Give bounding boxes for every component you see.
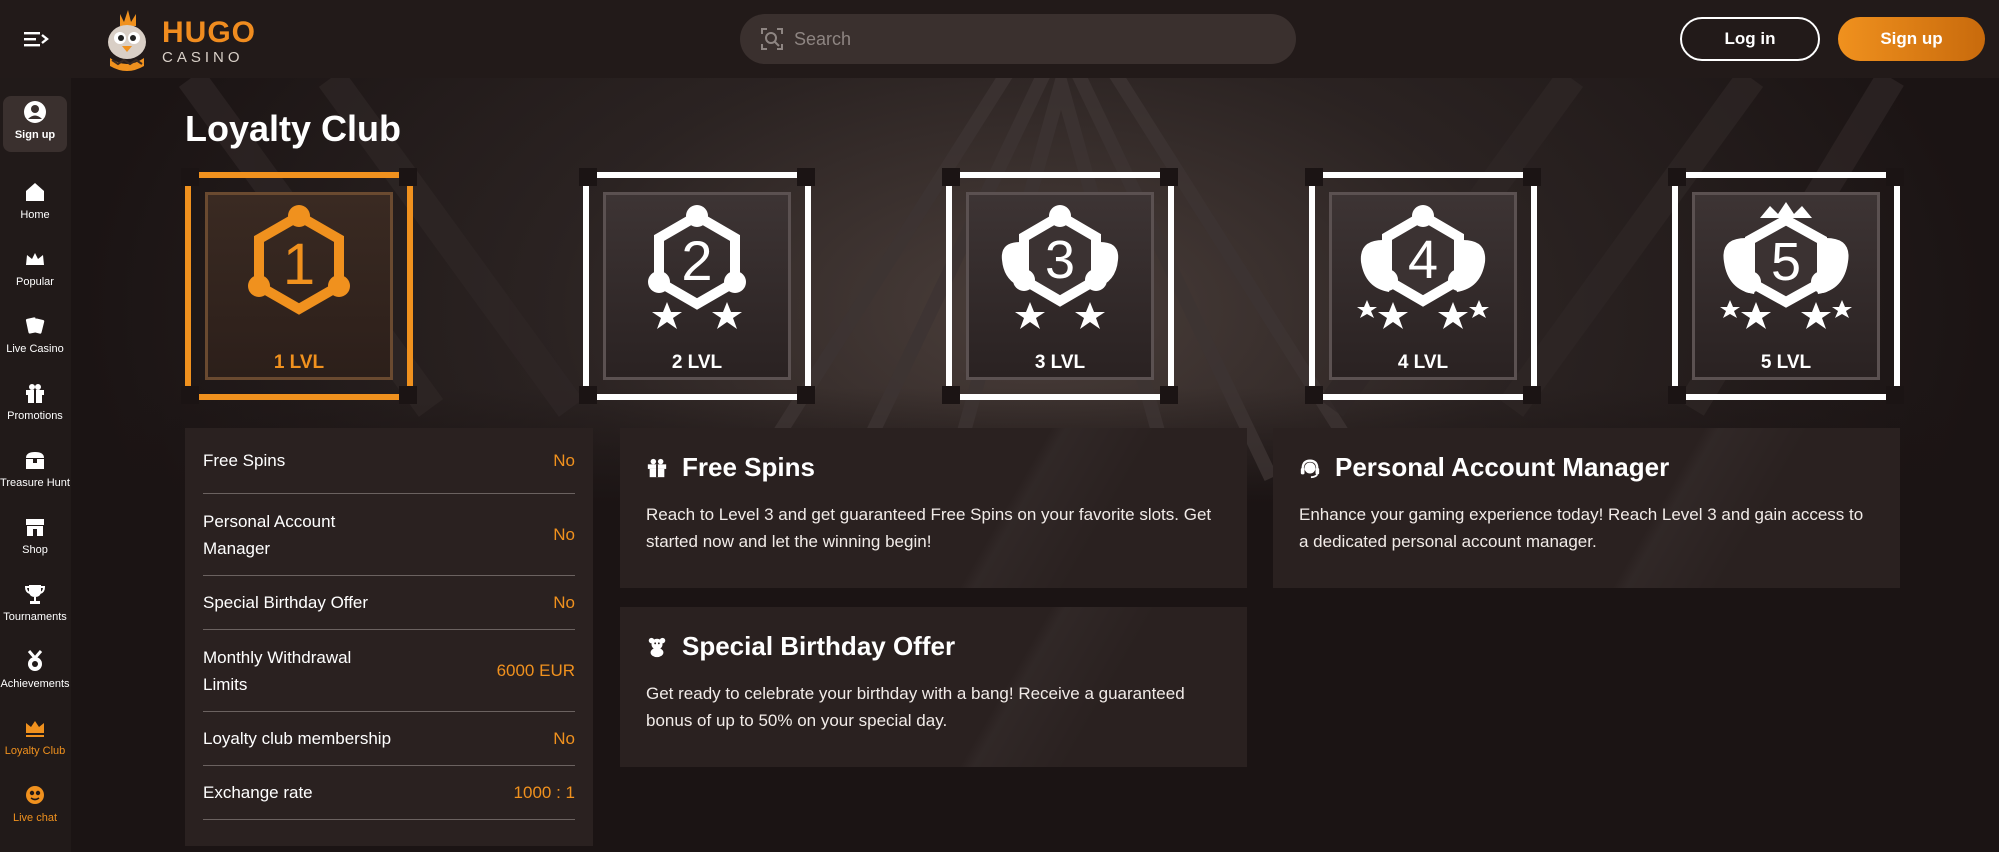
level-4-badge-icon: 4 bbox=[1357, 205, 1489, 329]
crown-icon bbox=[26, 253, 44, 265]
top-header: HUGO CASINO Log in Sign up bbox=[0, 0, 1999, 78]
headset-icon bbox=[1300, 459, 1320, 478]
page-title: Loyalty Club bbox=[185, 108, 402, 149]
table-row: Exchange rate 1000 : 1 bbox=[203, 766, 575, 820]
level-3-badge-icon: 3 bbox=[1001, 205, 1119, 329]
sidebar-item-achievements[interactable]: Achievements bbox=[0, 645, 70, 699]
sidebar-item-popular[interactable]: Popular bbox=[3, 243, 67, 297]
level-card-3[interactable]: 3 3 LVL bbox=[942, 168, 1178, 404]
hugo-mascot-icon bbox=[108, 10, 146, 71]
benefit-name: Loyalty club membership bbox=[203, 729, 392, 748]
card-description: Reach to Level 3 and get guaranteed Free… bbox=[646, 505, 1212, 551]
sidebar-item-label: Sign up bbox=[14, 129, 56, 141]
sidebar-item-label: Promotions bbox=[7, 410, 63, 422]
card-title: Free Spins bbox=[682, 452, 815, 482]
sidebar-item-live-chat[interactable]: Live chat bbox=[3, 779, 67, 833]
card-description: Get ready to celebrate your birthday wit… bbox=[646, 684, 1185, 730]
table-row: Personal Account Manager No bbox=[203, 494, 575, 576]
level-2-badge-icon: 2 bbox=[648, 205, 746, 329]
table-row: Monthly Withdrawal Limits 6000 EUR bbox=[203, 630, 575, 712]
benefit-name: Personal Account Manager bbox=[203, 511, 336, 558]
benefit-name: Monthly Withdrawal Limits bbox=[203, 647, 352, 694]
level-label: 5 LVL bbox=[1760, 352, 1812, 373]
benefit-value: No bbox=[553, 592, 575, 612]
level-card-5[interactable]: 5 5 LVL bbox=[1668, 168, 1904, 404]
level-label: 3 LVL bbox=[1034, 352, 1086, 373]
teddy-bear-icon bbox=[648, 637, 666, 657]
shop-icon bbox=[26, 519, 44, 536]
sidebar-item-label: Popular bbox=[16, 276, 54, 288]
sidebar-item-label: Shop bbox=[22, 544, 48, 556]
level-label: 4 LVL bbox=[1397, 352, 1449, 373]
crown-icon bbox=[26, 721, 44, 737]
level-card-4[interactable]: 4 4 LVL bbox=[1305, 168, 1541, 404]
sidebar-item-label: Achievements bbox=[0, 678, 70, 690]
gift-icon bbox=[647, 458, 667, 477]
level-number: 4 bbox=[1408, 230, 1438, 290]
level-1-badge-icon: 1 bbox=[248, 205, 350, 315]
benefit-value: No bbox=[553, 450, 575, 470]
benefit-value: No bbox=[553, 524, 575, 544]
sidebar-item-loyalty-club[interactable]: Loyalty Club bbox=[3, 712, 67, 766]
sidebar-item-signup[interactable]: Sign up bbox=[3, 96, 67, 152]
sidebar-item-tournaments[interactable]: Tournaments bbox=[3, 578, 67, 632]
home-icon bbox=[26, 183, 44, 201]
sidebar: Sign up Home Popular Live Casino Promoti… bbox=[0, 78, 71, 852]
benefit-value: 1000 : 1 bbox=[513, 782, 575, 802]
user-icon bbox=[24, 101, 46, 123]
benefit-name: Exchange rate bbox=[203, 783, 313, 802]
signup-button[interactable]: Sign up bbox=[1838, 17, 1985, 61]
benefit-name: Free Spins bbox=[203, 451, 286, 470]
menu-toggle-icon[interactable] bbox=[22, 26, 52, 52]
search-input[interactable] bbox=[794, 28, 1274, 50]
benefit-value: 6000 EUR bbox=[496, 660, 575, 680]
sidebar-item-home[interactable]: Home bbox=[3, 176, 67, 230]
sidebar-item-label: Loyalty Club bbox=[4, 745, 66, 757]
search-bar[interactable] bbox=[740, 14, 1296, 64]
sidebar-item-promotions[interactable]: Promotions bbox=[3, 377, 67, 431]
sidebar-item-label: Treasure Hunt bbox=[0, 477, 70, 489]
level-number: 3 bbox=[1045, 230, 1075, 290]
sidebar-item-label: Live Casino bbox=[6, 343, 64, 355]
table-row: Loyalty club membership No bbox=[203, 712, 575, 766]
gift-icon bbox=[26, 384, 44, 403]
sidebar-item-treasure-hunt[interactable]: Treasure Hunt bbox=[0, 444, 70, 498]
free-spins-card: Free Spins Reach to Level 3 and get guar… bbox=[620, 428, 1247, 588]
benefits-table: Free Spins No Personal Account Manager N… bbox=[185, 428, 593, 846]
level-number: 1 bbox=[283, 232, 315, 297]
cards-icon bbox=[25, 317, 45, 334]
sidebar-item-shop[interactable]: Shop bbox=[3, 511, 67, 565]
level-label: 1 LVL bbox=[273, 352, 325, 373]
logo-sub: CASINO bbox=[162, 48, 244, 66]
level-5-badge-icon: 5 bbox=[1720, 202, 1852, 329]
level-card-1[interactable]: 1 1 LVL bbox=[181, 168, 417, 404]
card-title: Personal Account Manager bbox=[1335, 452, 1670, 482]
account-manager-card: Personal Account Manager Enhance your ga… bbox=[1273, 428, 1900, 588]
birthday-offer-card: Special Birthday Offer Get ready to cele… bbox=[620, 607, 1247, 767]
logo-name: HUGO bbox=[162, 15, 256, 49]
benefit-value: No bbox=[553, 728, 575, 748]
level-number: 5 bbox=[1771, 232, 1801, 292]
card-description: Enhance your gaming experience today! Re… bbox=[1299, 505, 1864, 551]
treasure-chest-icon bbox=[26, 452, 44, 469]
medal-icon bbox=[27, 650, 43, 671]
search-icon bbox=[761, 28, 783, 50]
level-number: 2 bbox=[681, 229, 712, 292]
trophy-icon bbox=[24, 585, 46, 604]
level-label: 2 LVL bbox=[671, 352, 723, 373]
card-title: Special Birthday Offer bbox=[682, 631, 956, 661]
sidebar-item-label: Home bbox=[20, 209, 50, 221]
chat-icon bbox=[26, 786, 44, 804]
sidebar-item-live-casino[interactable]: Live Casino bbox=[3, 310, 67, 364]
level-card-2[interactable]: 2 2 LVL bbox=[579, 168, 815, 404]
table-row: Special Birthday Offer No bbox=[203, 576, 575, 630]
login-button[interactable]: Log in bbox=[1680, 17, 1820, 61]
table-row: Free Spins No bbox=[203, 428, 575, 494]
benefit-name: Special Birthday Offer bbox=[203, 593, 369, 612]
logo[interactable]: HUGO CASINO bbox=[100, 6, 260, 76]
sidebar-item-label: Live chat bbox=[12, 812, 58, 824]
sidebar-item-label: Tournaments bbox=[3, 611, 67, 623]
